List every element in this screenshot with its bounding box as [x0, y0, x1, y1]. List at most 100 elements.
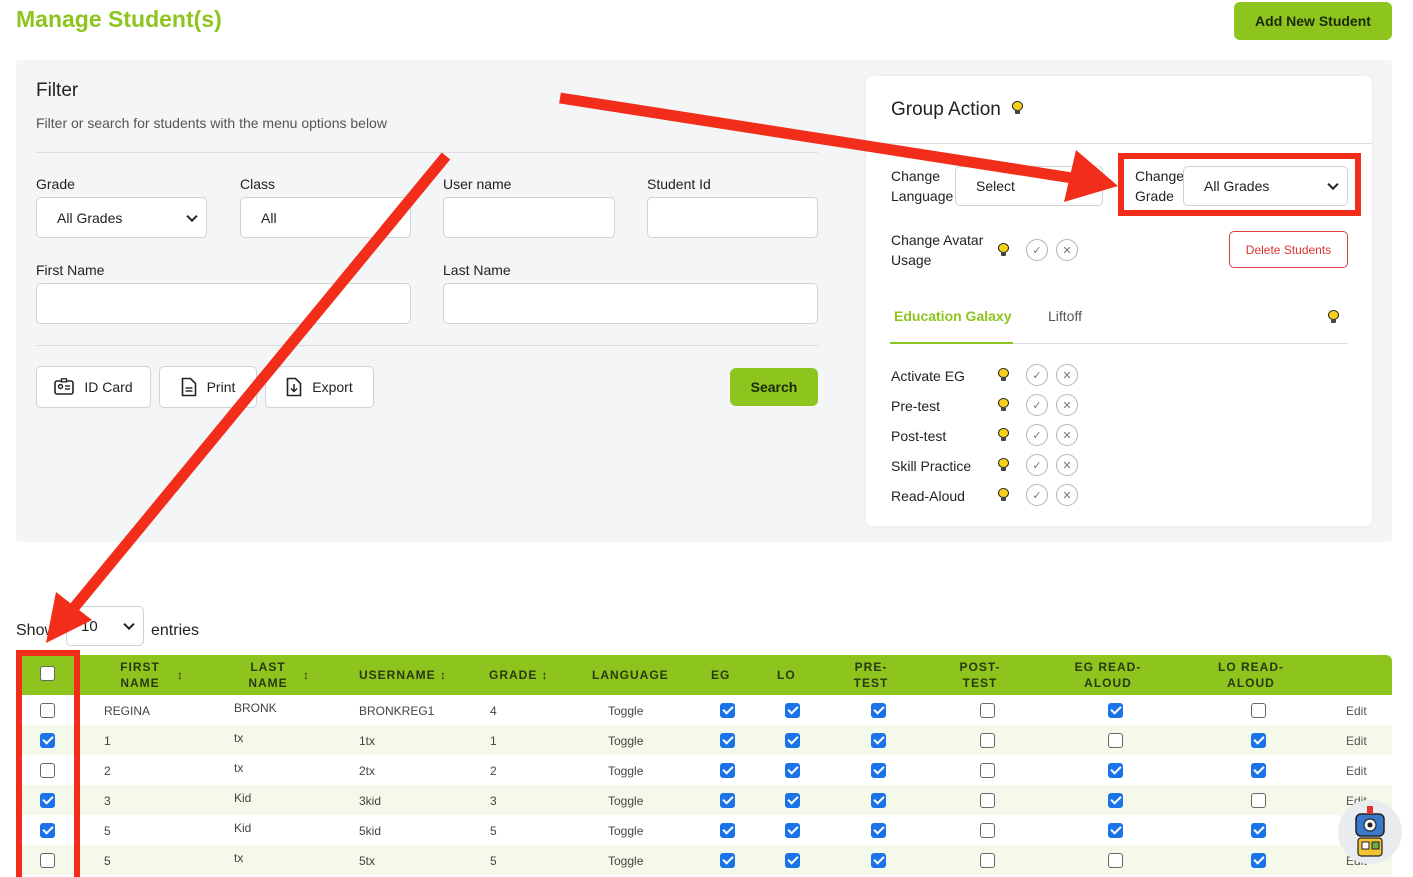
- edit-link[interactable]: Edit: [1346, 734, 1367, 748]
- language-toggle-link[interactable]: Toggle: [608, 824, 643, 838]
- col-grade[interactable]: GRADE ↕: [489, 667, 549, 683]
- lo-checkbox[interactable]: [785, 703, 800, 718]
- pre-test-checkbox[interactable]: [871, 853, 886, 868]
- lo-checkbox[interactable]: [785, 763, 800, 778]
- lo-read-aloud-checkbox[interactable]: [1251, 823, 1266, 838]
- check-circle-icon[interactable]: ✓: [1026, 394, 1048, 416]
- lo-checkbox[interactable]: [785, 823, 800, 838]
- eg-checkbox[interactable]: [720, 733, 735, 748]
- export-button[interactable]: Export: [265, 366, 374, 408]
- language-toggle-link[interactable]: Toggle: [608, 794, 643, 808]
- x-circle-icon[interactable]: ✕: [1056, 364, 1078, 386]
- edit-link[interactable]: Edit: [1346, 764, 1367, 778]
- lo-checkbox[interactable]: [785, 853, 800, 868]
- student-id-input[interactable]: [647, 197, 818, 238]
- eg-read-aloud-checkbox[interactable]: [1108, 733, 1123, 748]
- print-button[interactable]: Print: [159, 366, 257, 408]
- lo-checkbox[interactable]: [785, 733, 800, 748]
- first-name-input[interactable]: [36, 283, 411, 324]
- post-test-checkbox[interactable]: [980, 853, 995, 868]
- eg-read-aloud-checkbox[interactable]: [1108, 763, 1123, 778]
- x-circle-icon[interactable]: ✕: [1056, 424, 1078, 446]
- lo-read-aloud-checkbox[interactable]: [1251, 703, 1266, 718]
- pre-test-checkbox[interactable]: [871, 793, 886, 808]
- col-first-name[interactable]: FIRST NAME: [112, 659, 168, 691]
- x-circle-icon[interactable]: ✕: [1056, 454, 1078, 476]
- lightbulb-icon[interactable]: [1328, 310, 1339, 324]
- cell-username: 2tx: [359, 764, 376, 778]
- id-card-button[interactable]: ID Card: [36, 366, 151, 408]
- col-last-name[interactable]: LAST NAME: [240, 659, 296, 691]
- lo-read-aloud-checkbox[interactable]: [1251, 853, 1266, 868]
- sort-icon[interactable]: ↕: [303, 667, 310, 683]
- col-username[interactable]: USERNAME ↕: [359, 667, 447, 683]
- col-post-test: POST- TEST: [953, 659, 1007, 691]
- eg-checkbox[interactable]: [720, 823, 735, 838]
- lo-read-aloud-checkbox[interactable]: [1251, 763, 1266, 778]
- language-toggle-link[interactable]: Toggle: [608, 854, 643, 868]
- pre-test-checkbox[interactable]: [871, 733, 886, 748]
- eg-read-aloud-checkbox[interactable]: [1108, 703, 1123, 718]
- cell-username: 3kid: [359, 794, 382, 808]
- class-select[interactable]: All: [240, 197, 411, 238]
- check-circle-icon[interactable]: ✓: [1026, 454, 1048, 476]
- language-toggle-link[interactable]: Toggle: [608, 704, 643, 718]
- lo-checkbox[interactable]: [785, 793, 800, 808]
- delete-students-button[interactable]: Delete Students: [1229, 231, 1348, 268]
- robot-mascot-icon[interactable]: [1338, 800, 1402, 864]
- change-language-label: Change Language: [891, 166, 953, 206]
- grade-select[interactable]: All Grades: [36, 197, 207, 238]
- lightbulb-icon[interactable]: [998, 458, 1009, 472]
- post-test-checkbox[interactable]: [980, 703, 995, 718]
- lightbulb-icon[interactable]: [998, 398, 1009, 412]
- edit-link[interactable]: Edit: [1346, 704, 1367, 718]
- lo-read-aloud-checkbox[interactable]: [1251, 733, 1266, 748]
- search-button[interactable]: Search: [730, 368, 818, 406]
- eg-checkbox[interactable]: [720, 853, 735, 868]
- post-test-checkbox[interactable]: [980, 763, 995, 778]
- language-toggle-link[interactable]: Toggle: [608, 734, 643, 748]
- cell-first-name: 1: [104, 734, 111, 748]
- eg-checkbox[interactable]: [720, 793, 735, 808]
- col-language: LANGUAGE: [592, 668, 669, 682]
- post-test-checkbox[interactable]: [980, 733, 995, 748]
- pre-test-checkbox[interactable]: [871, 763, 886, 778]
- tab-education-galaxy[interactable]: Education Galaxy: [894, 308, 1011, 324]
- lightbulb-icon[interactable]: [1012, 101, 1024, 115]
- eg-read-aloud-checkbox[interactable]: [1108, 823, 1123, 838]
- check-circle-icon[interactable]: ✓: [1026, 239, 1048, 261]
- post-test-checkbox[interactable]: [980, 793, 995, 808]
- tab-liftoff[interactable]: Liftoff: [1048, 308, 1082, 324]
- pre-test-checkbox[interactable]: [871, 823, 886, 838]
- cell-first-name: 2: [104, 764, 111, 778]
- language-toggle-link[interactable]: Toggle: [608, 764, 643, 778]
- lightbulb-icon[interactable]: [998, 428, 1009, 442]
- change-avatar-label: Change Avatar Usage: [891, 230, 983, 270]
- eg-read-aloud-checkbox[interactable]: [1108, 793, 1123, 808]
- x-circle-icon[interactable]: ✕: [1056, 484, 1078, 506]
- lightbulb-icon[interactable]: [998, 243, 1009, 257]
- lo-read-aloud-checkbox[interactable]: [1251, 793, 1266, 808]
- check-circle-icon[interactable]: ✓: [1026, 364, 1048, 386]
- eg-read-aloud-checkbox[interactable]: [1108, 853, 1123, 868]
- check-circle-icon[interactable]: ✓: [1026, 484, 1048, 506]
- sort-icon[interactable]: ↕: [177, 667, 184, 683]
- username-input[interactable]: [443, 197, 615, 238]
- post-test-checkbox[interactable]: [980, 823, 995, 838]
- class-select-value: All: [261, 209, 277, 226]
- cell-username: 1tx: [359, 734, 376, 748]
- pre-test-checkbox[interactable]: [871, 703, 886, 718]
- cell-username: BRONKREG1: [359, 704, 435, 718]
- check-circle-icon[interactable]: ✓: [1026, 424, 1048, 446]
- last-name-input[interactable]: [443, 283, 818, 324]
- add-new-student-button[interactable]: Add New Student: [1234, 2, 1392, 40]
- lightbulb-icon[interactable]: [998, 368, 1009, 382]
- entries-select[interactable]: 10: [66, 606, 144, 646]
- lightbulb-icon[interactable]: [998, 488, 1009, 502]
- language-select-value: Select: [976, 178, 1015, 194]
- eg-checkbox[interactable]: [720, 703, 735, 718]
- x-circle-icon[interactable]: ✕: [1056, 394, 1078, 416]
- x-circle-icon[interactable]: ✕: [1056, 239, 1078, 261]
- eg-checkbox[interactable]: [720, 763, 735, 778]
- language-select[interactable]: Select: [955, 166, 1103, 206]
